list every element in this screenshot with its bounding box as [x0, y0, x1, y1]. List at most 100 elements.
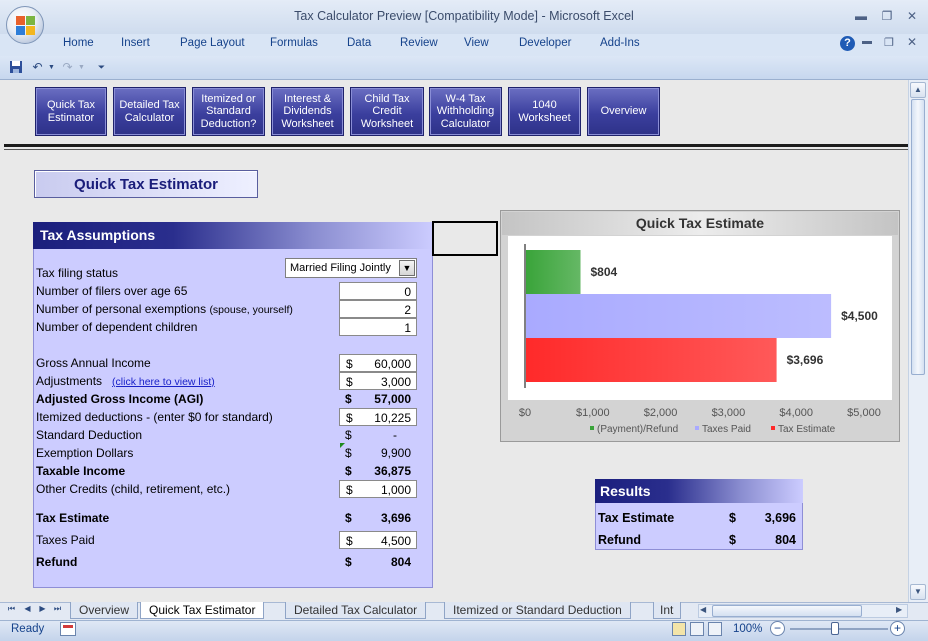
horizontal-scroll-thumb[interactable]: [712, 605, 862, 617]
taxes-paid-label: Taxes Paid: [36, 533, 95, 547]
adjustments-label: Adjustments (click here to view list): [36, 374, 215, 388]
zoom-slider-thumb[interactable]: [831, 622, 839, 635]
tab-add-ins[interactable]: Add-Ins: [600, 37, 640, 49]
refund-value: $804: [345, 555, 411, 569]
filers-over-65-input[interactable]: 0: [339, 282, 417, 300]
sheet-tab-itemized-or-standard[interactable]: Itemized or Standard Deduction: [444, 602, 631, 619]
tab-home[interactable]: Home: [63, 37, 94, 49]
adjustments-input[interactable]: $3,000: [339, 372, 417, 390]
normal-view-icon[interactable]: [672, 622, 686, 636]
office-button[interactable]: [6, 6, 44, 44]
tab-insert[interactable]: Insert: [121, 37, 150, 49]
dependents-input[interactable]: 1: [339, 318, 417, 336]
legend-label-tax-estimate: Tax Estimate: [778, 424, 836, 435]
sheet-tab-interest[interactable]: Int: [653, 602, 681, 619]
exemption-dollars-label: Exemption Dollars: [36, 446, 134, 460]
sheet-tab-overview[interactable]: Overview: [70, 602, 139, 619]
status-ready: Ready: [11, 623, 45, 635]
other-credits-input[interactable]: $1,000: [339, 480, 417, 498]
tab-review[interactable]: Review: [400, 37, 438, 49]
divider: [4, 144, 908, 147]
results-header: Results: [595, 479, 803, 503]
nav-child-tax-credit-button[interactable]: Child Tax Credit Worksheet: [350, 87, 424, 136]
chevron-down-icon[interactable]: ▼: [399, 260, 415, 276]
undo-icon[interactable]: ↶: [30, 60, 45, 75]
sheet-tab-detailed-tax-calculator[interactable]: Detailed Tax Calculator: [285, 602, 427, 619]
agi-label: Adjusted Gross Income (AGI): [36, 392, 204, 406]
results-refund-value: 804: [775, 533, 796, 547]
page-layout-view-icon[interactable]: [690, 622, 704, 636]
vertical-scroll-thumb[interactable]: [911, 99, 925, 375]
filers-over-65-label: Number of filers over age 65: [36, 284, 188, 298]
zoom-out-icon[interactable]: −: [770, 621, 785, 636]
prev-sheet-icon[interactable]: ◀: [22, 604, 33, 613]
page-break-view-icon[interactable]: [708, 622, 722, 636]
exemptions-note: (spouse, yourself): [209, 304, 293, 316]
filing-status-value: Married Filing Jointly: [290, 262, 391, 274]
macro-record-icon[interactable]: [60, 622, 76, 636]
last-sheet-icon[interactable]: ⏭: [52, 604, 63, 614]
bar-label-taxes-paid: $4,500: [841, 309, 878, 323]
x-tick-label: $0: [519, 407, 531, 419]
chart-title: Quick Tax Estimate: [502, 212, 898, 235]
zoom-slider-track[interactable]: [790, 628, 888, 630]
nav-overview-button[interactable]: Overview: [587, 87, 660, 136]
redo-dropdown-icon[interactable]: ▼: [74, 60, 89, 75]
scroll-down-icon[interactable]: ▼: [910, 584, 926, 600]
bar-label-payment-refund: $804: [591, 265, 618, 279]
scroll-up-icon[interactable]: ▲: [910, 82, 926, 98]
workbook-minimize-icon[interactable]: ▬: [862, 36, 872, 47]
office-logo-icon: [16, 16, 36, 36]
exemptions-input[interactable]: 2: [339, 300, 417, 318]
zoom-in-icon[interactable]: +: [890, 621, 905, 636]
taxes-paid-input[interactable]: $4,500: [339, 531, 417, 549]
x-tick-label: $2,000: [644, 407, 678, 419]
page-title: Quick Tax Estimator: [34, 170, 258, 198]
adjustments-list-link[interactable]: (click here to view list): [112, 376, 215, 388]
tax-estimate-value: $3,696: [345, 511, 411, 525]
nav-itemized-or-standard-button[interactable]: Itemized or Standard Deduction?: [192, 87, 265, 136]
itemized-label: Itemized deductions - (enter $0 for stan…: [36, 410, 273, 424]
x-tick-label: $5,000: [847, 407, 881, 419]
nav-1040-worksheet-button[interactable]: 1040 Worksheet: [508, 87, 581, 136]
workbook-restore-icon[interactable]: ❐: [884, 36, 894, 49]
scroll-left-icon[interactable]: ◀: [700, 605, 709, 617]
close-icon[interactable]: ✕: [903, 8, 921, 24]
filing-status-select[interactable]: Married Filing Jointly ▼: [285, 258, 417, 278]
minimize-icon[interactable]: ▬: [852, 8, 870, 24]
bar-payment-refund: [526, 250, 581, 294]
nav-quick-tax-estimator-button[interactable]: Quick Tax Estimator: [35, 87, 107, 136]
save-icon[interactable]: [8, 60, 23, 75]
tab-developer[interactable]: Developer: [519, 37, 571, 49]
customize-qat-icon[interactable]: ⏷: [94, 60, 109, 75]
selected-cell[interactable]: [432, 221, 498, 256]
exemptions-label: Number of personal exemptions (spouse, y…: [36, 302, 293, 316]
scroll-right-icon[interactable]: ▶: [896, 605, 905, 617]
gross-income-input[interactable]: $60,000: [339, 354, 417, 372]
x-tick-label: $4,000: [779, 407, 813, 419]
workbook-close-icon[interactable]: ✕: [907, 35, 917, 49]
standard-deduction-label: Standard Deduction: [36, 428, 143, 442]
x-tick-label: $1,000: [576, 407, 610, 419]
tab-data[interactable]: Data: [347, 37, 371, 49]
standard-deduction-value: $ -: [345, 428, 397, 442]
nav-w4-withholding-button[interactable]: W-4 Tax Withholding Calculator: [429, 87, 502, 136]
agi-value: $57,000: [345, 392, 411, 406]
redo-icon[interactable]: ↷: [60, 60, 75, 75]
itemized-input[interactable]: $10,225: [339, 408, 417, 426]
results-tax-estimate-label: Tax Estimate: [598, 511, 675, 525]
x-tick-label: $3,000: [712, 407, 746, 419]
tab-formulas[interactable]: Formulas: [270, 37, 318, 49]
first-sheet-icon[interactable]: ⏮: [6, 604, 17, 614]
results-tax-estimate-value: 3,696: [764, 511, 796, 525]
maximize-icon[interactable]: ❐: [878, 8, 896, 24]
next-sheet-icon[interactable]: ▶: [37, 604, 48, 613]
sheet-tab-quick-tax-estimator[interactable]: Quick Tax Estimator: [140, 602, 265, 619]
help-icon[interactable]: ?: [840, 36, 855, 51]
nav-interest-dividends-button[interactable]: Interest & Dividends Worksheet: [271, 87, 344, 136]
undo-dropdown-icon[interactable]: ▼: [44, 60, 59, 75]
tab-page-layout[interactable]: Page Layout: [180, 37, 245, 49]
nav-detailed-tax-calculator-button[interactable]: Detailed Tax Calculator: [113, 87, 186, 136]
legend-label-taxes-paid: Taxes Paid: [702, 424, 751, 435]
tab-view[interactable]: View: [464, 37, 489, 49]
